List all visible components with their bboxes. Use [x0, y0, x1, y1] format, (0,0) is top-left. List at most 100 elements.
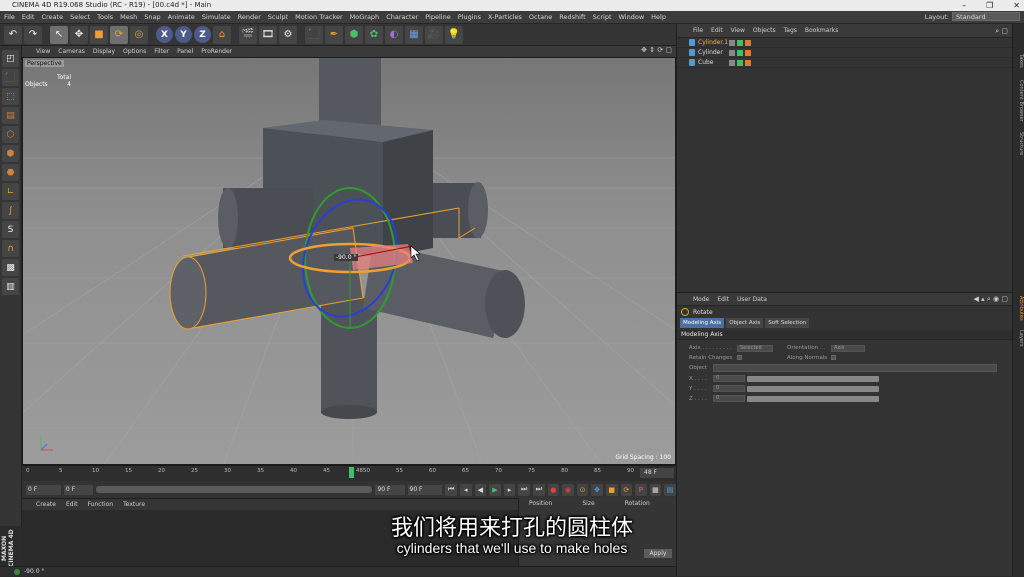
attribute-nav-icon[interactable]: ◀ ▴ ⌕ ◉ ▢ [974, 295, 1008, 304]
timeline-window-icon[interactable]: ▤ [664, 483, 676, 496]
layer-icon[interactable] [729, 59, 735, 66]
go-to-end-icon[interactable]: ⏭ [532, 483, 545, 496]
minimize-button[interactable]: – [962, 0, 966, 11]
vp-menu-options[interactable]: Options [123, 48, 146, 55]
menu-sculpt[interactable]: Sculpt [268, 13, 288, 21]
layout-select[interactable]: Standard [952, 12, 1020, 21]
menu-animate[interactable]: Animate [168, 13, 195, 21]
obj-menu-bookmarks[interactable]: Bookmarks [805, 27, 839, 34]
menu-help[interactable]: Help [651, 13, 666, 21]
grid-snap-icon[interactable]: ▥ [2, 278, 19, 295]
phong-tag-icon[interactable] [745, 59, 751, 66]
subdivision-generator-icon[interactable]: ⬢ [345, 25, 363, 44]
preview-max-field[interactable]: 90 F [375, 484, 405, 495]
menu-snap[interactable]: Snap [144, 13, 160, 21]
workplane-icon[interactable]: ▤ [2, 107, 19, 124]
vp-menu-view[interactable]: View [36, 48, 50, 55]
object-link-field[interactable] [713, 364, 997, 372]
y-field[interactable]: 0 [713, 385, 745, 392]
tab-content-browser[interactable]: Content Browser [1014, 80, 1024, 122]
previous-key-icon[interactable]: ◂ [459, 483, 472, 496]
magnet-icon[interactable]: ∩ [2, 240, 19, 257]
menu-render[interactable]: Render [238, 13, 261, 21]
menu-window[interactable]: Window [619, 13, 645, 21]
attr-menu-user-data[interactable]: User Data [737, 296, 767, 303]
obj-menu-edit[interactable]: Edit [711, 27, 723, 34]
render-settings-icon[interactable]: ⚙ [279, 25, 297, 44]
visibility-check-icon[interactable] [737, 39, 743, 46]
vp-menu-prorender[interactable]: ProRender [201, 48, 232, 55]
floor-icon[interactable]: ▦ [405, 25, 423, 44]
object-row[interactable]: Cube [677, 58, 1012, 68]
render-view-icon[interactable]: 🎬 [239, 25, 257, 44]
menu-script[interactable]: Script [593, 13, 612, 21]
retain-changes-checkbox[interactable] [737, 355, 742, 360]
mat-menu-function[interactable]: Function [88, 501, 114, 508]
y-slider[interactable] [747, 386, 879, 392]
point-level-icon[interactable]: ▦ [649, 483, 662, 496]
mat-menu-create[interactable]: Create [36, 501, 56, 508]
move-icon[interactable]: ✥ [70, 25, 88, 44]
attr-menu-mode[interactable]: Mode [693, 296, 709, 303]
menu-create[interactable]: Create [41, 13, 63, 21]
z-field[interactable]: 0 [713, 395, 745, 402]
object-name[interactable]: Cylinder.1 [698, 39, 728, 46]
next-frame-icon[interactable]: ▸ [503, 483, 516, 496]
tab-object-axis[interactable]: Object Axis [726, 318, 764, 328]
obj-menu-tags[interactable]: Tags [784, 27, 797, 34]
obj-menu-view[interactable]: View [731, 27, 745, 34]
tab-attributes[interactable]: Attributes [1014, 296, 1024, 321]
menu-file[interactable]: File [4, 13, 15, 21]
tab-structure[interactable]: Structure [1014, 132, 1024, 155]
menu-character[interactable]: Character [386, 13, 418, 21]
axis-select[interactable]: Selected [737, 345, 773, 352]
obj-menu-objects[interactable]: Objects [753, 27, 776, 34]
next-key-icon[interactable]: ⏭ [518, 483, 530, 496]
attr-menu-edit[interactable]: Edit [717, 296, 729, 303]
z-axis-icon[interactable]: Z [194, 26, 211, 43]
coordinate-system-icon[interactable]: ⌂ [213, 25, 231, 44]
rotate-icon[interactable]: ⟳ [110, 25, 128, 44]
axis-mode-icon[interactable]: ∟ [2, 183, 19, 200]
object-name[interactable]: Cylinder [698, 49, 723, 56]
tweak-mode-icon[interactable]: ∫ [2, 202, 19, 219]
vp-menu-panel[interactable]: Panel [177, 48, 193, 55]
viewport-nav-icon[interactable]: ✥ ⇕ ⟳ ▢ [641, 46, 672, 54]
tab-modeling-axis[interactable]: Modeling Axis [680, 318, 725, 328]
light-icon[interactable]: 💡 [445, 25, 463, 44]
layer-icon[interactable] [729, 39, 735, 46]
undo-icon[interactable]: ↶ [4, 25, 22, 44]
model-mode-icon[interactable]: ⬛ [2, 69, 19, 86]
previous-frame-icon[interactable]: ◀ [474, 483, 487, 496]
make-editable-icon[interactable]: ◰ [2, 50, 19, 67]
x-axis-icon[interactable]: X [156, 26, 173, 43]
phong-tag-icon[interactable] [745, 49, 751, 56]
x-field[interactable]: 0 [713, 375, 745, 382]
lock-workplane-icon[interactable]: ▩ [2, 259, 19, 276]
object-row[interactable]: Cylinder.1 [677, 38, 1012, 48]
maximize-button[interactable]: ❐ [986, 0, 993, 11]
tab-layers[interactable]: Layers [1014, 330, 1024, 347]
polygons-mode-icon[interactable]: ⬣ [2, 164, 19, 181]
snapping-icon[interactable]: S [2, 221, 19, 238]
live-selection-icon[interactable]: ↖ [50, 25, 68, 44]
menu-mesh[interactable]: Mesh [120, 13, 137, 21]
pen-spline-icon[interactable]: ✒ [325, 25, 343, 44]
position-key-icon[interactable]: ✥ [591, 483, 603, 496]
viewport[interactable]: Perspective Total Objects 4 -90.0 ° Grid … [22, 57, 676, 465]
menu-simulate[interactable]: Simulate [202, 13, 231, 21]
scale-key-icon[interactable]: ■ [605, 483, 618, 496]
vp-menu-display[interactable]: Display [93, 48, 115, 55]
keyframe-selection-icon[interactable]: ⊙ [576, 483, 589, 496]
preview-range-slider[interactable] [95, 486, 373, 493]
orientation-select[interactable]: Axis [831, 345, 865, 352]
visibility-check-icon[interactable] [737, 59, 743, 66]
array-generator-icon[interactable]: ✿ [365, 25, 383, 44]
play-icon[interactable]: ▶ [489, 483, 501, 496]
texture-mode-icon[interactable]: ⬚ [2, 88, 19, 105]
rotation-key-icon[interactable]: ⟳ [620, 483, 633, 496]
menu-pipeline[interactable]: Pipeline [425, 13, 450, 21]
camera-label[interactable]: Perspective [25, 60, 64, 67]
edges-mode-icon[interactable]: ⬢ [2, 145, 19, 162]
current-frame-field[interactable]: 48 F [640, 468, 674, 478]
